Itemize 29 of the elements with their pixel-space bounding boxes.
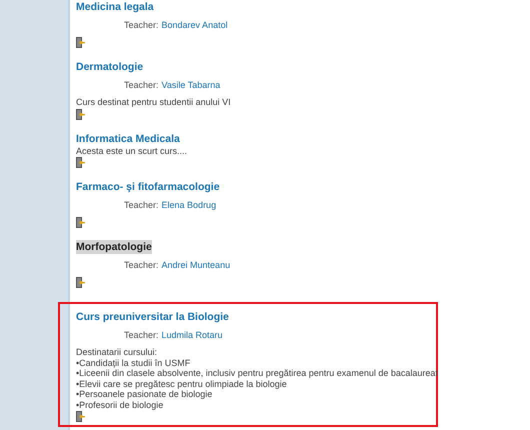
enrol-key-icon[interactable] — [76, 157, 85, 168]
course-description-line: Acesta este un scurt curs.... — [76, 146, 188, 156]
course-title-link[interactable]: Dermatologie — [76, 60, 144, 74]
teacher-label: Teacher: — [124, 259, 159, 272]
enrol-key-icon[interactable] — [76, 277, 85, 288]
course-description-line: Curs destinat pentru studentii anului VI — [76, 97, 232, 108]
enrol-key-icon[interactable] — [76, 37, 85, 48]
course-description-line: •Elevii care se pregătesc pentru olimpiade la biologie — [76, 378, 288, 389]
course-title-link[interactable]: Medicina legala — [76, 0, 154, 14]
teacher-link[interactable]: Elena Bodrug — [162, 198, 216, 212]
course-title-link[interactable]: Farmaco- şi fitofarmacologie — [76, 180, 220, 194]
course-description-line: •Persoanele pasionate de biologie — [76, 389, 214, 400]
course-description-line: •Candidații la studii în USMF — [76, 358, 192, 368]
teacher-link[interactable]: Andrei Munteanu — [162, 258, 230, 272]
enrol-key-icon[interactable] — [76, 217, 85, 228]
teacher-label: Teacher: — [124, 199, 159, 212]
course-description-line: •Profesorii de biologie — [76, 400, 164, 410]
teacher-label: Teacher: — [124, 79, 159, 92]
teacher-label: Teacher: — [124, 329, 159, 342]
course-title-link[interactable]: Curs preuniversitar la Biologie — [76, 310, 229, 324]
teacher-link[interactable]: Ludmila Rotaru — [162, 328, 223, 342]
teacher-link[interactable]: Bondarev Anatol — [162, 18, 228, 32]
course-title-link[interactable]: Informatica Medicala — [76, 132, 180, 146]
teacher-label: Teacher: — [124, 19, 159, 32]
enrol-key-icon[interactable] — [76, 108, 85, 120]
course-description-line: Destinatarii cursului: — [76, 347, 158, 358]
enrol-key-icon[interactable] — [76, 411, 85, 422]
course-title-link[interactable]: Morfopatologie — [76, 240, 152, 254]
teacher-link[interactable]: Vasile Tabarna — [162, 78, 220, 92]
